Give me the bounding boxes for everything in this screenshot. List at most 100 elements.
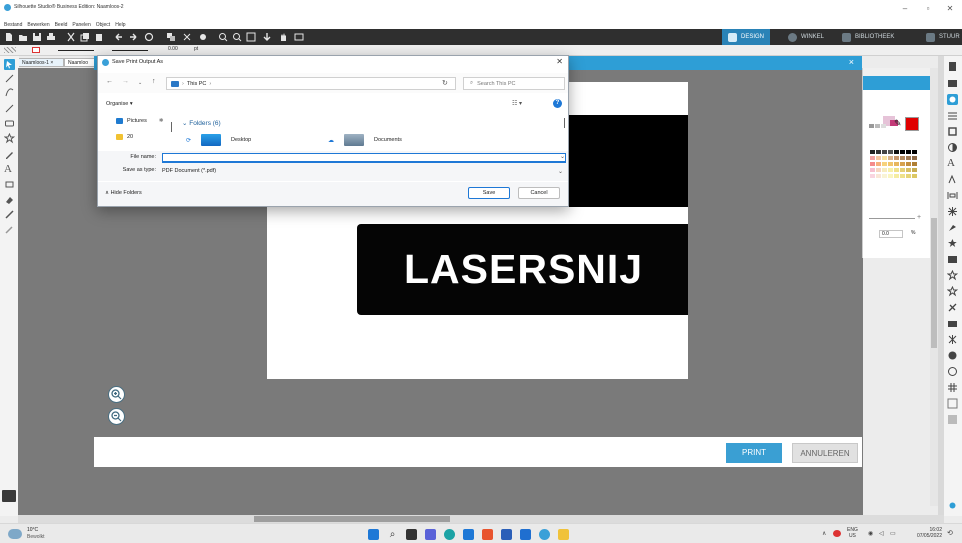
folders-group-header[interactable]: ⌄ Folders (6) — [182, 119, 221, 127]
help-icon[interactable]: ? — [553, 99, 562, 108]
color-swatch[interactable] — [912, 168, 917, 172]
color-swatch[interactable] — [900, 168, 905, 172]
select-tool-icon[interactable] — [4, 59, 15, 70]
address-bar[interactable]: › This PC › — [166, 77, 456, 90]
color-swatch[interactable] — [882, 168, 887, 172]
color-swatch[interactable] — [876, 168, 881, 172]
color-swatch[interactable] — [870, 174, 875, 178]
mail-icon[interactable] — [520, 529, 531, 540]
folder-desktop[interactable]: ⟳ Desktop — [186, 134, 251, 146]
file-name-dropdown-icon[interactable]: ⌄ — [560, 153, 565, 160]
fit-page-icon[interactable] — [294, 32, 304, 42]
current-color-swatch[interactable] — [905, 117, 919, 131]
layers-toggle-icon[interactable] — [2, 490, 16, 502]
file-name-input[interactable] — [162, 153, 566, 163]
star-tool-icon[interactable] — [4, 133, 15, 144]
menu-bewerken[interactable]: Bewerken — [27, 22, 49, 28]
settings-icon[interactable] — [198, 32, 208, 42]
black-shape-2[interactable]: LASERSNIJ — [357, 224, 688, 315]
network-icon[interactable]: ◉ — [868, 530, 873, 537]
opacity-input[interactable]: 0.0 — [879, 230, 903, 238]
store-app-icon[interactable] — [463, 529, 474, 540]
notification-icon[interactable]: ⟲ — [947, 529, 953, 537]
move-down-icon[interactable] — [262, 32, 272, 42]
color-swatch[interactable] — [888, 168, 893, 172]
folder-documents[interactable]: ☁ Documents — [328, 134, 402, 146]
doc-tab-2[interactable]: Naamloo — [64, 58, 96, 67]
canvas-hscrollbar[interactable] — [18, 515, 944, 523]
line-color-swatch[interactable] — [32, 47, 40, 53]
globe-icon[interactable] — [947, 350, 958, 361]
color-swatch[interactable] — [870, 162, 875, 166]
text-path-icon[interactable] — [947, 174, 958, 185]
line-tool-icon[interactable] — [4, 103, 15, 114]
design-text[interactable]: LASERSNIJ — [404, 246, 643, 293]
color-swatch[interactable] — [912, 150, 917, 154]
compass-icon[interactable] — [947, 366, 958, 377]
chat-icon[interactable] — [425, 529, 436, 540]
cancel-button[interactable]: Cancel — [518, 187, 560, 199]
color-swatch[interactable] — [900, 150, 905, 154]
menu-bestand[interactable]: Bestand — [4, 22, 22, 28]
line-dash-sample[interactable] — [112, 50, 148, 51]
hide-folders-button[interactable]: ∧ Hide Folders — [105, 190, 142, 196]
color-swatch[interactable] — [906, 168, 911, 172]
fill-tool-icon[interactable] — [4, 194, 15, 205]
view-options-button[interactable]: ☷ ▾ — [512, 100, 522, 107]
color-swatch[interactable] — [876, 156, 881, 160]
text-style-icon[interactable]: A — [947, 158, 958, 169]
address-location[interactable]: This PC — [187, 81, 207, 87]
save-icon[interactable] — [32, 32, 42, 42]
trace-icon[interactable] — [947, 254, 958, 265]
pencil-tool-icon[interactable] — [4, 149, 15, 160]
new-file-icon[interactable] — [4, 32, 14, 42]
color-swatch[interactable] — [900, 162, 905, 166]
panel-scrollbar[interactable] — [930, 68, 938, 506]
color-swatch[interactable] — [888, 174, 893, 178]
close-button[interactable]: ✕ — [942, 3, 958, 15]
modify-icon[interactable] — [947, 222, 958, 233]
edge-browser-icon[interactable] — [444, 529, 455, 540]
opacity-add-icon[interactable]: + — [917, 214, 921, 221]
eyedropper-tool-icon[interactable] — [4, 224, 15, 235]
weather-description[interactable]: Bewolkt — [27, 534, 45, 540]
paste-icon[interactable] — [94, 32, 104, 42]
open-folder-icon[interactable] — [18, 32, 28, 42]
settings-gear-icon[interactable] — [947, 500, 958, 511]
align-icon[interactable] — [947, 190, 958, 201]
sidebar-scroll-indicator[interactable] — [171, 122, 172, 132]
recent-dropdown-icon[interactable]: ⌄ — [138, 80, 142, 86]
hscroll-thumb[interactable] — [254, 516, 450, 522]
color-swatch[interactable] — [888, 156, 893, 160]
color-swatch[interactable] — [876, 150, 881, 154]
copy-icon[interactable] — [80, 32, 90, 42]
color-swatch[interactable] — [912, 156, 917, 160]
color-swatch[interactable] — [870, 150, 875, 154]
color-swatch[interactable] — [894, 174, 899, 178]
color-swatch[interactable] — [894, 156, 899, 160]
color-swatch[interactable] — [912, 174, 917, 178]
ungroup-icon[interactable] — [182, 32, 192, 42]
color-swatch[interactable] — [912, 162, 917, 166]
color-swatch[interactable] — [894, 168, 899, 172]
color-swatch[interactable] — [906, 156, 911, 160]
transparency-icon[interactable] — [947, 142, 958, 153]
tab-stuur[interactable]: STUUR — [920, 29, 962, 45]
print-icon[interactable] — [46, 32, 56, 42]
organise-button[interactable]: Organise ▾ — [106, 101, 133, 107]
gray-swatch[interactable] — [881, 124, 886, 128]
color-swatch[interactable] — [900, 174, 905, 178]
sidebar-item-pictures[interactable]: Pictures ✱ — [116, 118, 163, 124]
save-button[interactable]: Save — [468, 187, 510, 199]
color-swatch[interactable] — [906, 150, 911, 154]
undo-icon[interactable] — [114, 32, 124, 42]
color-swatch[interactable] — [900, 156, 905, 160]
minimize-button[interactable]: – — [897, 3, 913, 15]
redo-icon[interactable] — [128, 32, 138, 42]
forward-arrow-icon[interactable]: → — [122, 78, 129, 85]
tab-design[interactable]: DESIGN — [722, 29, 770, 45]
color-swatch[interactable] — [894, 150, 899, 154]
color-swatch[interactable] — [882, 162, 887, 166]
color-swatch[interactable] — [888, 162, 893, 166]
page-setup-icon[interactable] — [947, 61, 958, 72]
